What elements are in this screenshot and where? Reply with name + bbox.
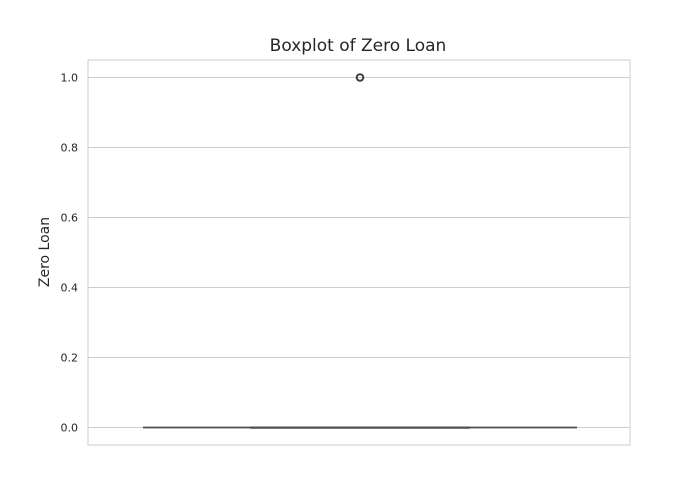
box-element — [143, 73, 577, 429]
y-tick-label: 0.2 — [61, 352, 79, 365]
y-tick-label: 0.6 — [61, 212, 79, 225]
y-tick-label: 0.8 — [61, 142, 79, 155]
y-tick-labels: 0.0 0.2 0.4 0.6 0.8 1.0 — [61, 72, 79, 435]
plot-frame — [87, 59, 631, 446]
y-tick-label: 0.0 — [61, 422, 79, 435]
y-tick-label: 0.4 — [61, 282, 79, 295]
y-tick-label: 1.0 — [61, 72, 79, 85]
chart-title: Boxplot of Zero Loan — [270, 36, 447, 56]
chart-canvas: 0.00.20.40.60.81.0 Boxplot of Zero Loan … — [37, 36, 631, 446]
grid-lines — [88, 77, 630, 428]
boxplot-chart: 0.0 0.2 0.4 0.6 0.8 1.0 Boxplot of Zero Loan … — [0, 0, 700, 500]
y-axis-label: Zero Loan — [37, 217, 53, 287]
